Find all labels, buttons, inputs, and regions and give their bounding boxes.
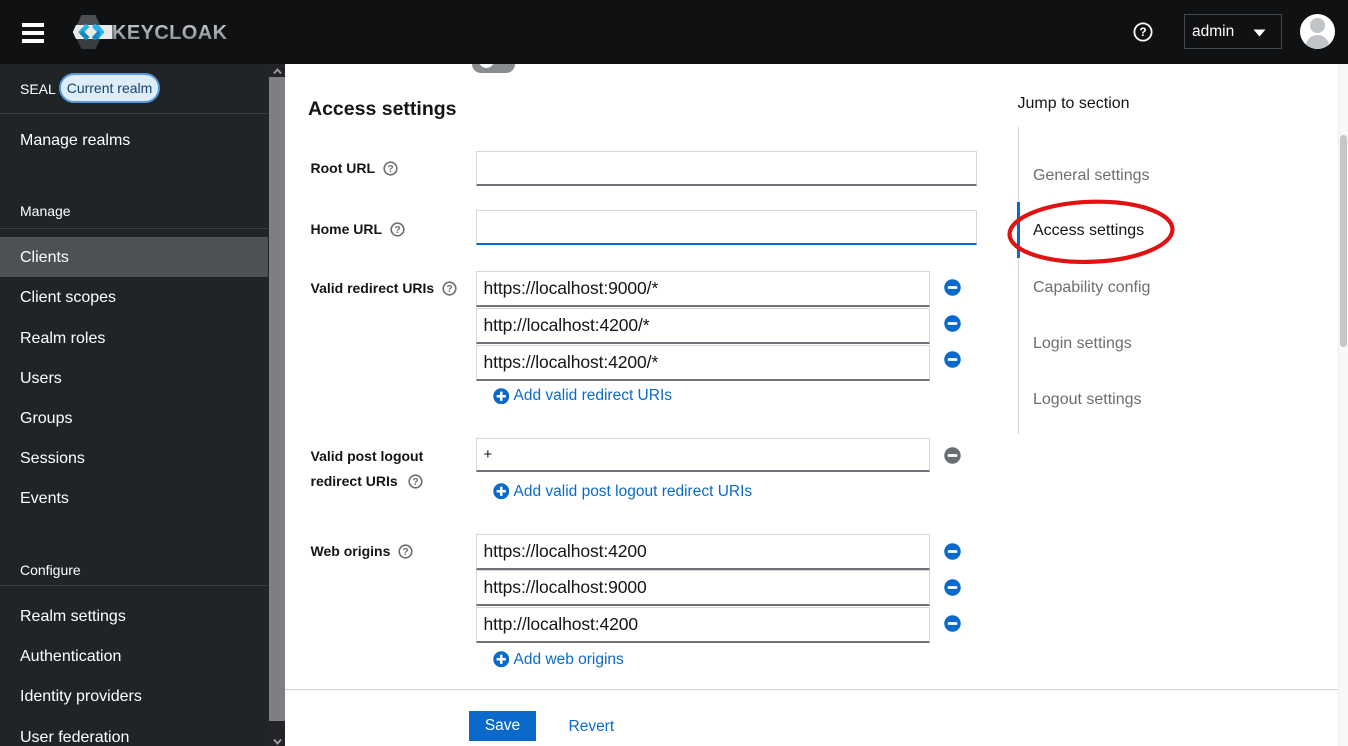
svg-text:?: ?: [1139, 25, 1146, 39]
svg-text:?: ?: [447, 284, 453, 295]
svg-text:?: ?: [403, 547, 409, 558]
svg-text:KEYCLOAK: KEYCLOAK: [112, 22, 228, 44]
svg-text:?: ?: [412, 477, 418, 488]
svg-text:?: ?: [387, 164, 393, 175]
svg-text:?: ?: [395, 225, 401, 236]
